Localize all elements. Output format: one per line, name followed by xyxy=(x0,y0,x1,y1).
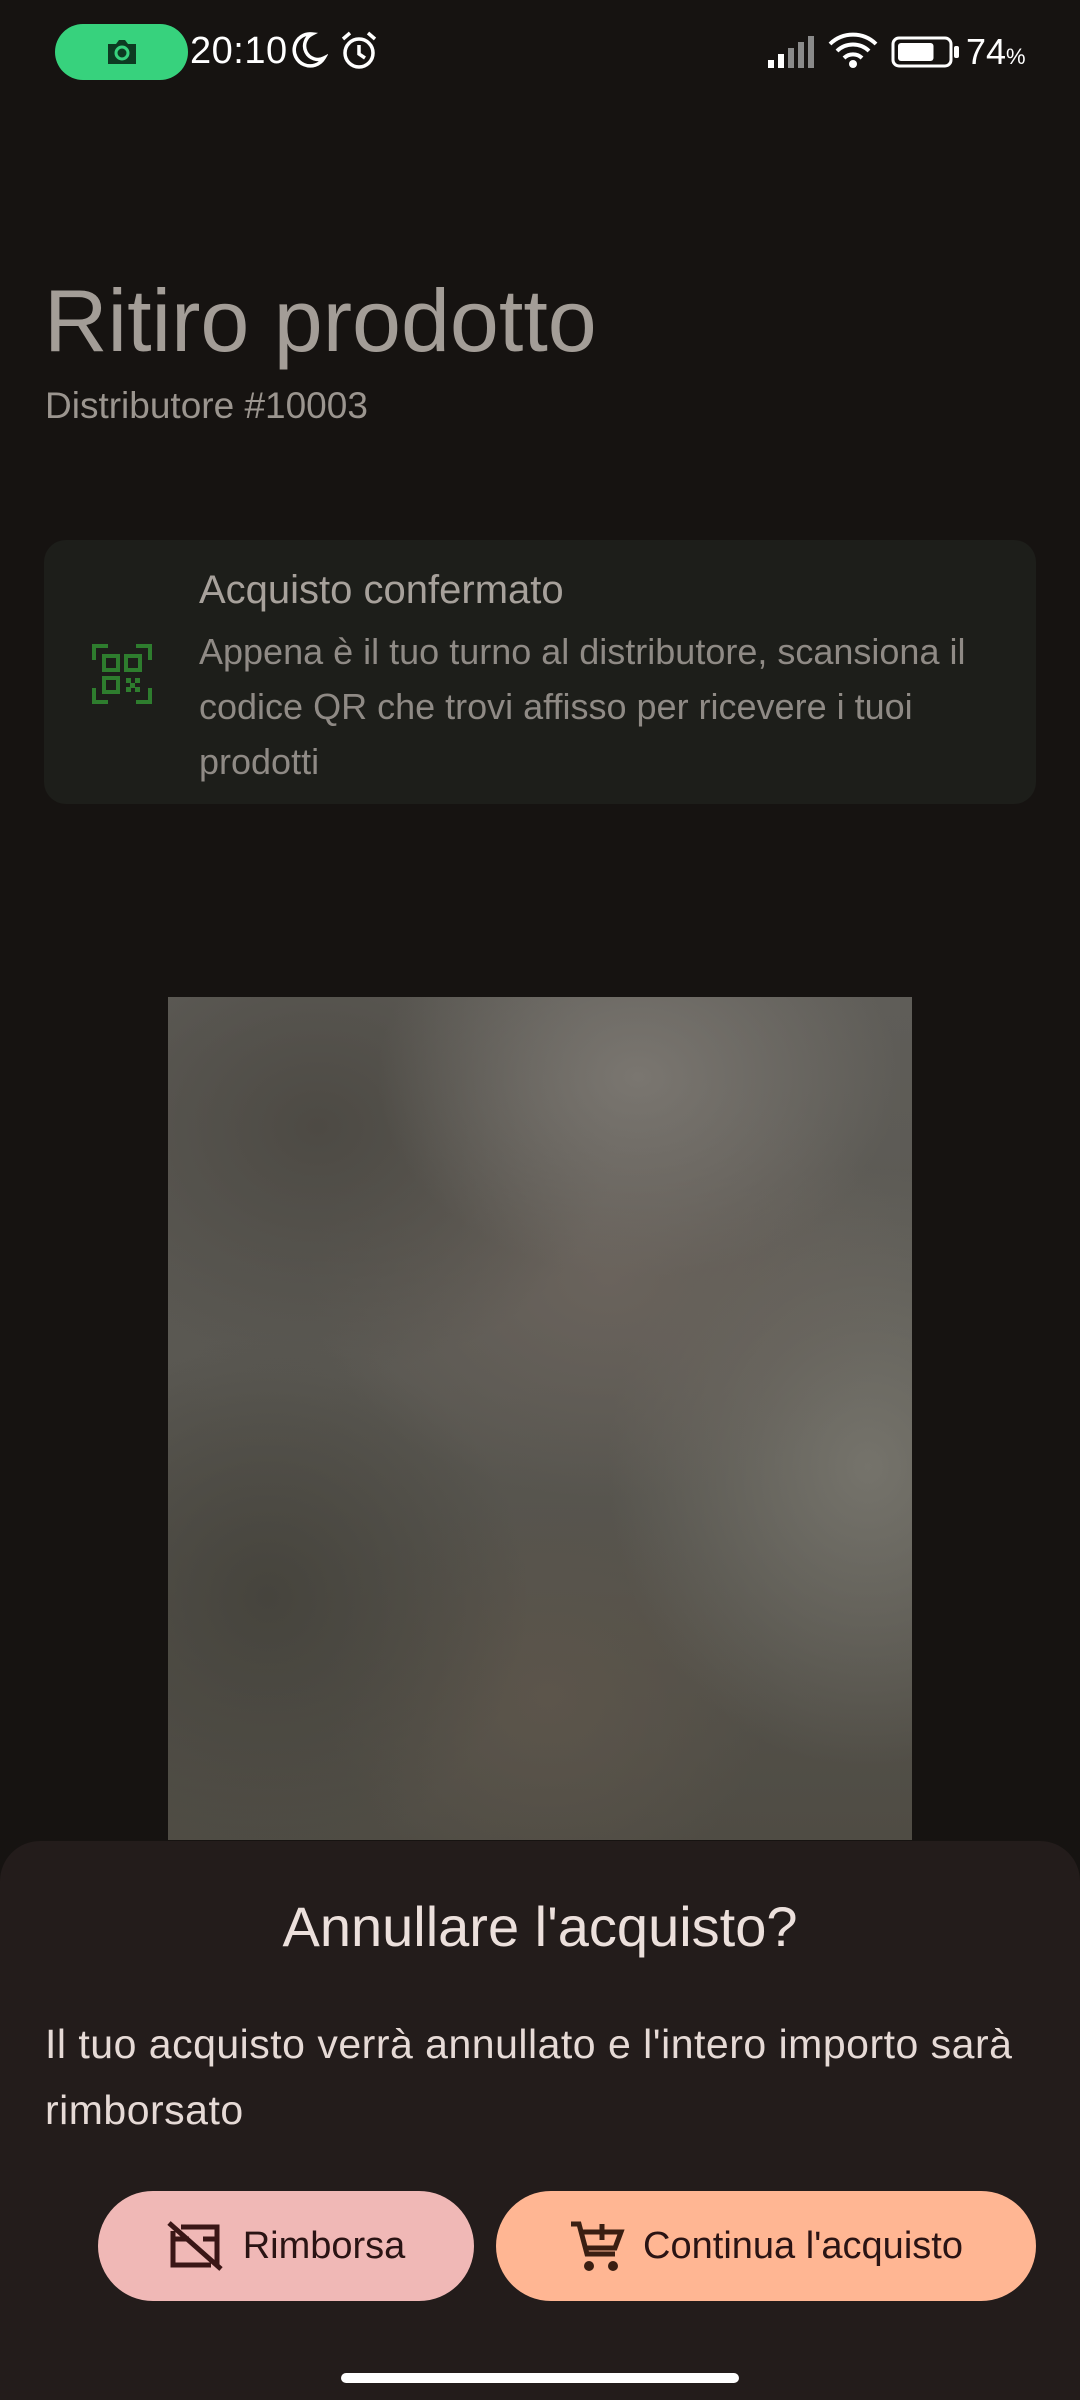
info-card-text: Appena è il tuo turno al distributore, s… xyxy=(199,631,966,782)
qr-code-scan-icon xyxy=(92,644,152,704)
alarm-icon xyxy=(341,31,377,69)
camera-qr-scanner-preview[interactable] xyxy=(168,997,912,1840)
continue-purchase-button[interactable]: Continua l'acquisto xyxy=(496,2191,1036,2301)
page-title: Ritiro prodotto xyxy=(44,271,597,370)
status-time: 20:10 xyxy=(190,30,288,72)
home-indicator[interactable] xyxy=(341,2373,739,2383)
info-card-title: Acquisto confermato xyxy=(199,568,564,612)
signal-icon xyxy=(768,36,814,68)
cancel-purchase-sheet: Annullare l'acquisto? Il tuo acquisto ve… xyxy=(0,1841,1080,2400)
status-bar: 20:10 74% xyxy=(0,0,1080,110)
page-subtitle: Distributore #10003 xyxy=(45,385,368,426)
battery-icon xyxy=(891,36,959,68)
refund-button[interactable]: Rimborsa xyxy=(98,2191,474,2301)
refund-button-label: Rimborsa xyxy=(242,2224,406,2267)
camera-in-use-indicator[interactable] xyxy=(55,24,188,80)
add-cart-icon xyxy=(571,2221,625,2271)
sheet-title: Annullare l'acquisto? xyxy=(282,1895,798,1958)
sheet-message: Il tuo acquisto verrà annullato e l'inte… xyxy=(45,2021,1013,2133)
purchase-confirmed-card: Acquisto confermato Appena è il tuo turn… xyxy=(44,540,1036,804)
card-off-icon xyxy=(167,2221,223,2271)
wifi-icon xyxy=(828,32,878,68)
moon-icon xyxy=(292,32,328,68)
battery-percentage: 74% xyxy=(966,31,1026,72)
continue-button-label: Continua l'acquisto xyxy=(643,2224,963,2267)
camera-icon xyxy=(107,40,136,64)
